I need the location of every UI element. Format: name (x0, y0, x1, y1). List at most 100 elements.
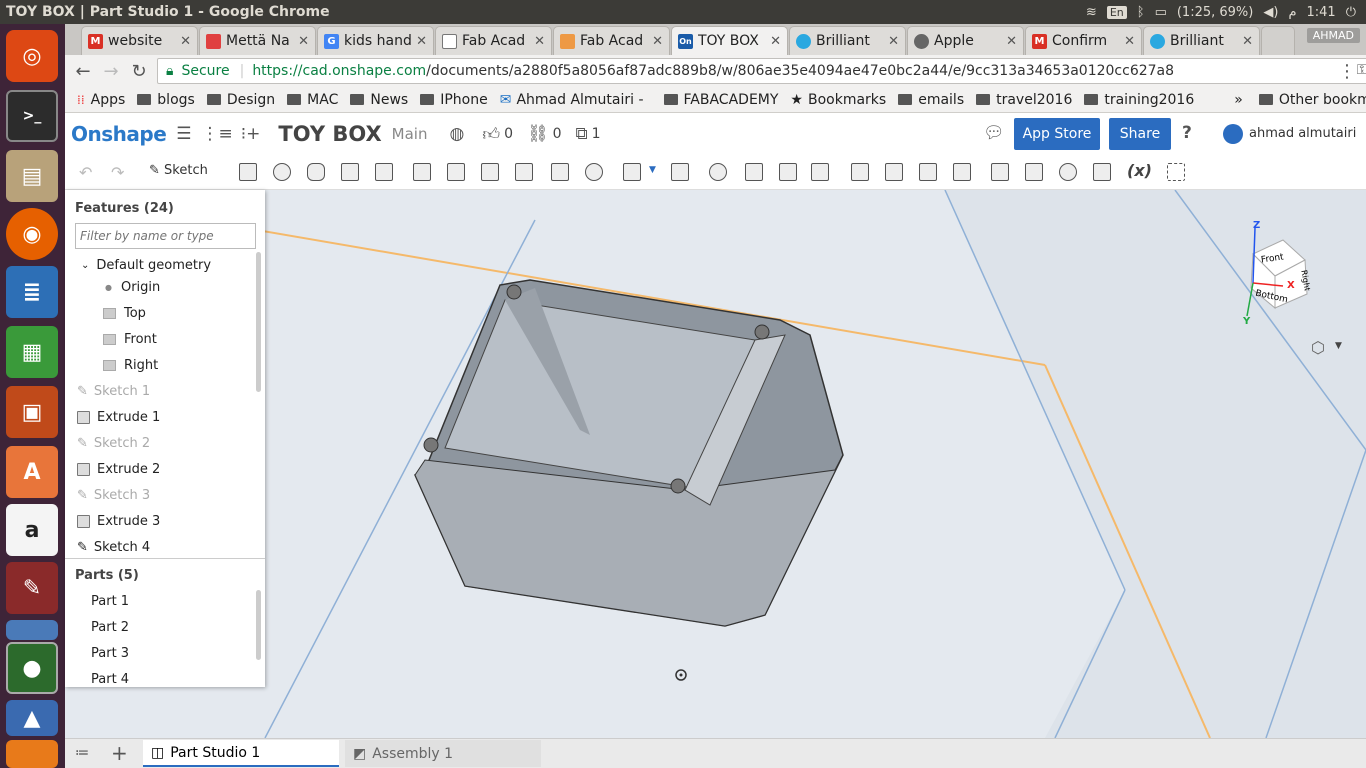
writer-icon[interactable]: ≣ (6, 266, 58, 318)
feature-origin[interactable]: ● Origin (105, 280, 160, 295)
impress-icon[interactable]: ▣ (6, 386, 58, 438)
close-icon[interactable]: ✕ (298, 34, 309, 49)
like-icon[interactable]: 👍︎ (482, 124, 500, 145)
corner-post[interactable] (670, 478, 686, 494)
browser-tab[interactable]: Mettä Na ✕ (199, 26, 316, 55)
helix-icon[interactable] (1025, 163, 1043, 181)
thicken-icon[interactable] (375, 163, 393, 181)
browser-tab[interactable]: Brilliant ✕ (789, 26, 906, 55)
user-menu[interactable]: ahmad almutairi (1249, 126, 1356, 141)
hole-icon[interactable] (585, 163, 603, 181)
move-face-icon[interactable] (919, 163, 937, 181)
bookmark-folder[interactable]: FABACADEMY (663, 92, 778, 108)
tab-part-studio[interactable]: ◫ Part Studio 1 (143, 740, 339, 767)
clock[interactable]: 1:41 (1307, 5, 1336, 20)
close-icon[interactable]: ✕ (652, 34, 663, 49)
volume-icon[interactable]: ◀) (1263, 5, 1278, 20)
ubuntu-icon[interactable]: ◎ (6, 30, 58, 82)
add-tab-icon[interactable]: + (111, 741, 128, 765)
bookmark-folder[interactable]: ★ Bookmarks (790, 92, 886, 108)
terminal-icon[interactable]: >_ (6, 90, 58, 142)
corner-post[interactable] (506, 284, 522, 300)
sweep-icon[interactable] (307, 163, 325, 181)
forward-icon[interactable]: → (97, 61, 125, 82)
copy-icon[interactable]: ⧉ (576, 124, 588, 144)
bookmark-folder[interactable]: blogs (137, 92, 195, 108)
part-item[interactable]: Part 2 (91, 620, 129, 635)
blender-icon[interactable] (6, 740, 58, 768)
part-item[interactable]: Part 1 (91, 594, 129, 609)
power-icon[interactable]: ⏻ (1346, 5, 1356, 20)
battery-status[interactable]: (1:25, 69%) (1177, 5, 1254, 20)
tab-manager-icon[interactable]: ≔ (75, 745, 89, 761)
bookmark-folder[interactable]: News (350, 92, 408, 108)
browser-tab[interactable]: M Confirm ✕ (1025, 26, 1142, 55)
battery-icon[interactable]: ▭ (1155, 5, 1167, 20)
bookmarks-overflow[interactable]: » (1234, 92, 1243, 108)
tab-assembly[interactable]: ◩ Assembly 1 (345, 740, 541, 767)
chromium-icon[interactable] (6, 620, 58, 640)
app-store-button[interactable]: App Store (1014, 118, 1100, 150)
feature-extrude[interactable]: Extrude 3 (77, 514, 160, 529)
default-geometry-group[interactable]: ⌄ Default geometry (81, 258, 211, 273)
files-icon[interactable]: ▤ (6, 150, 58, 202)
insert-icon[interactable]: ⁝+ (241, 124, 261, 144)
feature-tree-icon[interactable]: ⋮≡ (202, 124, 233, 144)
wifi-icon[interactable]: ≋ (1086, 5, 1097, 20)
globe-icon[interactable]: ◍ (449, 124, 464, 144)
browser-tab[interactable]: Gkids hand ✕ (317, 26, 434, 55)
transform-icon[interactable] (779, 163, 797, 181)
bookmark-folder[interactable]: training2016 (1084, 92, 1194, 108)
sketch-button[interactable]: ✎ Sketch (149, 163, 208, 178)
import-icon[interactable] (1093, 163, 1111, 181)
new-tab-button[interactable] (1261, 26, 1295, 55)
part-item[interactable]: Part 4 (91, 672, 129, 687)
replace-face-icon[interactable] (953, 163, 971, 181)
scrollbar[interactable] (256, 590, 261, 660)
bookmark-apps[interactable]: ⁞⁞ Apps (77, 92, 125, 108)
split-icon[interactable] (745, 163, 763, 181)
close-icon[interactable]: ✕ (416, 34, 427, 49)
modify-fillet-icon[interactable] (851, 163, 869, 181)
render-mode-icon[interactable]: ⬡ (1311, 338, 1325, 357)
feature-plane-right[interactable]: Right (103, 358, 158, 373)
menu-icon[interactable]: ⋮ (1338, 61, 1356, 82)
browser-tab[interactable]: Mwebsite ✕ (81, 26, 198, 55)
feature-sketch[interactable]: ✎ Sketch 3 (77, 488, 150, 503)
photos-icon[interactable]: ▲ (6, 700, 58, 736)
software-center-icon[interactable]: A (6, 446, 58, 498)
boolean-icon[interactable] (709, 163, 727, 181)
draft-icon[interactable] (481, 163, 499, 181)
profile-button[interactable]: AHMAD (1306, 28, 1360, 43)
browser-tab[interactable]: Fab Acad ✕ (435, 26, 552, 55)
feature-sketch[interactable]: ✎ Sketch 1 (77, 384, 150, 399)
chevron-down-icon[interactable]: ▼ (1335, 341, 1342, 351)
revolve-icon[interactable] (273, 163, 291, 181)
redo-icon[interactable]: ↷ (111, 163, 124, 182)
firefox-icon[interactable]: ◉ (6, 208, 58, 260)
undo-icon[interactable]: ↶ (79, 163, 92, 182)
chevron-down-icon[interactable]: ▼ (649, 165, 656, 175)
other-bookmarks[interactable]: Other bookmarks (1258, 92, 1366, 108)
scrollbar[interactable] (256, 252, 261, 392)
delete-face-icon[interactable] (885, 163, 903, 181)
browser-tab[interactable]: Fab Acad ✕ (553, 26, 670, 55)
corner-post[interactable] (423, 437, 439, 453)
add-custom-feature-icon[interactable] (1167, 163, 1185, 181)
feature-sketch[interactable]: ✎ Sketch 2 (77, 436, 150, 451)
rib-icon[interactable] (515, 163, 533, 181)
document-title[interactable]: TOY BOX (278, 122, 381, 146)
workspace-name[interactable]: Main (392, 125, 428, 143)
corner-post[interactable] (754, 324, 770, 340)
bookmark-folder[interactable]: emails (898, 92, 964, 108)
bookmark-folder[interactable]: travel2016 (976, 92, 1072, 108)
avatar[interactable] (1223, 124, 1243, 144)
feature-extrude[interactable]: Extrude 2 (77, 462, 160, 477)
bookmark-link[interactable]: ✉ Ahmad Almutairi - (500, 92, 644, 108)
calc-icon[interactable]: ▦ (6, 326, 58, 378)
back-icon[interactable]: ← (69, 61, 97, 82)
bookmark-folder[interactable]: MAC (287, 92, 338, 108)
bookmark-folder[interactable]: Design (206, 92, 275, 108)
extrude-icon[interactable] (239, 163, 257, 181)
browser-tab[interactable]: Apple ✕ (907, 26, 1024, 55)
